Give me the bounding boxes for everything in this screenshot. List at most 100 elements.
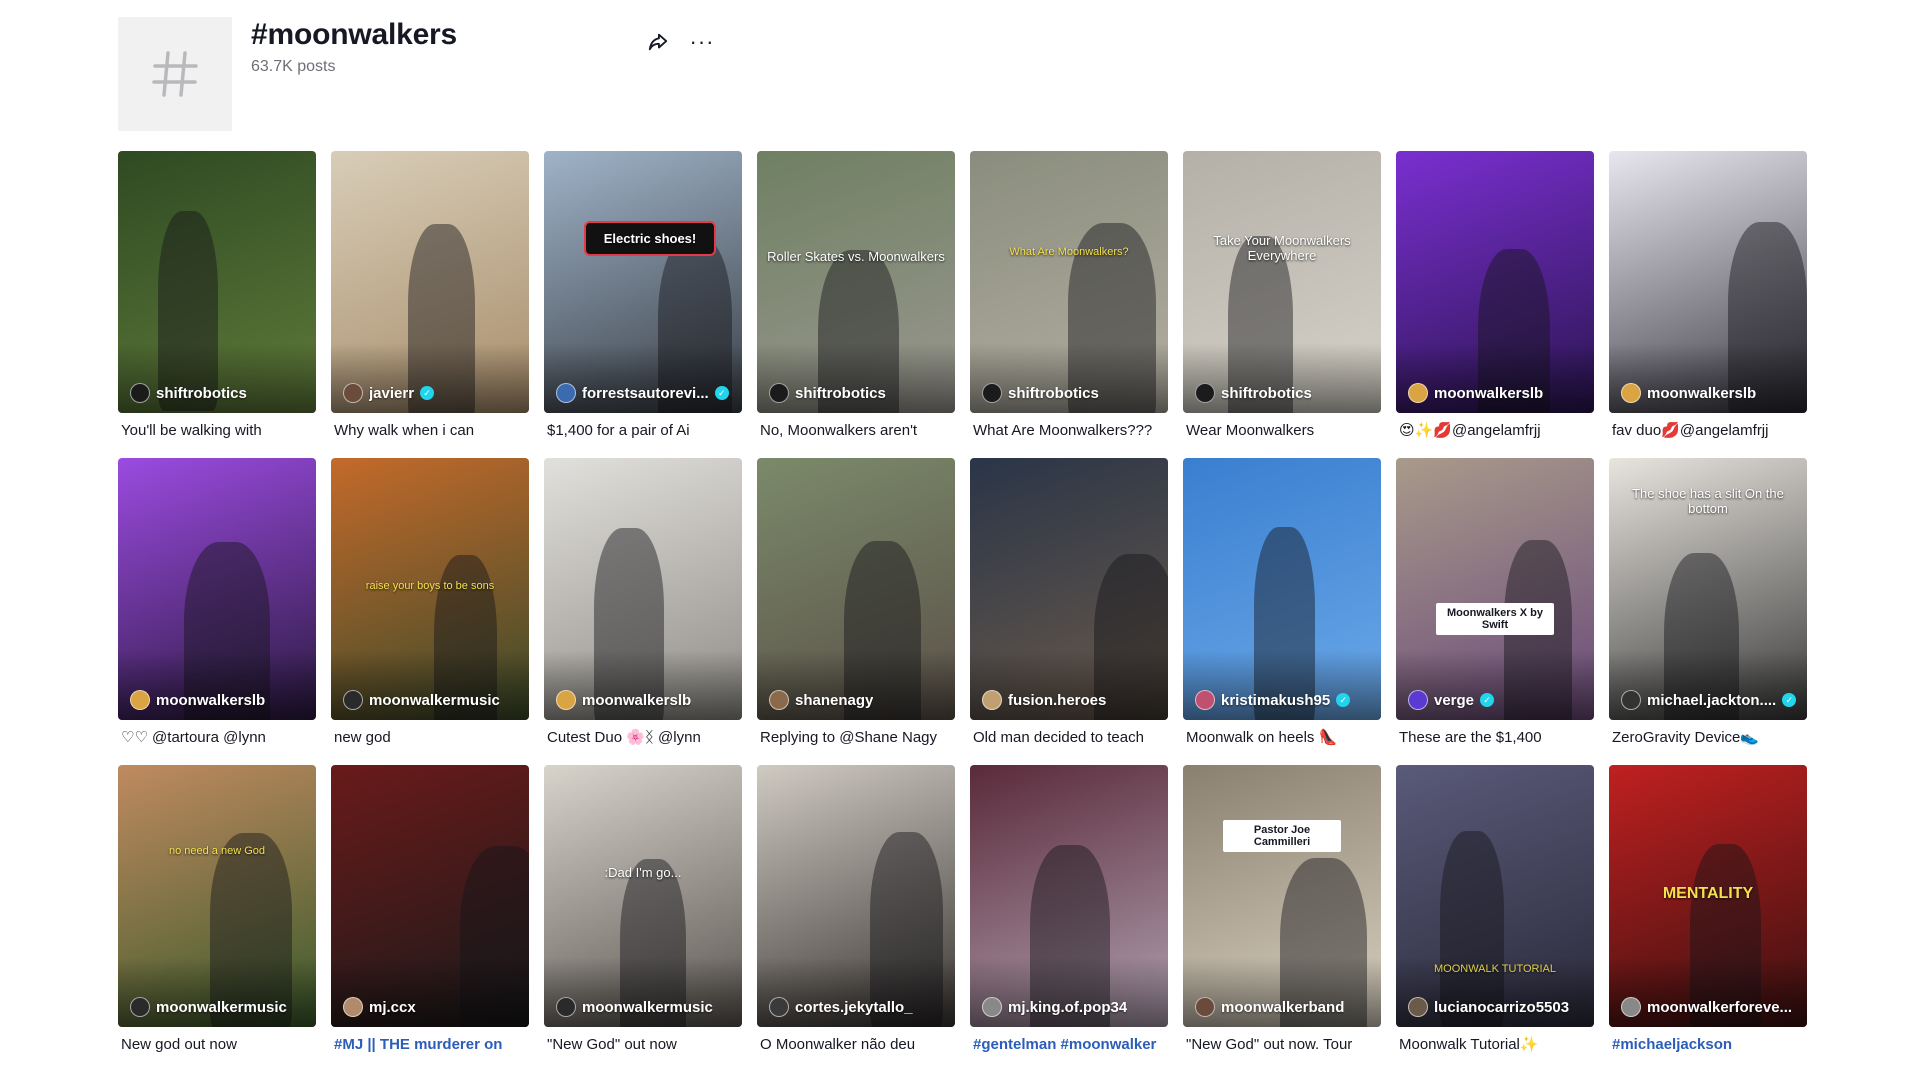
video-card[interactable]: :Dad I'm go... moonwalkermusic ✓ "New Go… — [544, 765, 742, 1054]
author-name[interactable]: moonwalkerslb — [1434, 385, 1543, 402]
video-thumbnail[interactable]: :Dad I'm go... moonwalkermusic ✓ — [544, 765, 742, 1027]
video-author[interactable]: javierr ✓ — [343, 383, 521, 403]
video-thumbnail[interactable]: cortes.jekytallo_ ✓ — [757, 765, 955, 1027]
video-card[interactable]: shiftrobotics ✓ You'll be walking with — [118, 151, 316, 440]
author-avatar[interactable] — [769, 690, 789, 710]
video-thumbnail[interactable]: fusion.heroes ✓ — [970, 458, 1168, 720]
video-thumbnail[interactable]: javierr ✓ — [331, 151, 529, 413]
video-card[interactable]: Roller Skates vs. Moonwalkers shiftrobot… — [757, 151, 955, 440]
video-author[interactable]: moonwalkermusic ✓ — [556, 997, 734, 1017]
author-avatar[interactable] — [1195, 690, 1215, 710]
video-author[interactable]: forrestsautorevi... ✓ — [556, 383, 734, 403]
author-name[interactable]: shiftrobotics — [156, 385, 247, 402]
video-caption[interactable]: Moonwalk Tutorial✨ — [1396, 1035, 1594, 1054]
author-avatar[interactable] — [982, 997, 1002, 1017]
author-name[interactable]: moonwalkermusic — [369, 692, 500, 709]
video-thumbnail[interactable]: mj.king.of.pop34 ✓ — [970, 765, 1168, 1027]
video-thumbnail[interactable]: moonwalkerslb ✓ — [1609, 151, 1807, 413]
author-avatar[interactable] — [130, 997, 150, 1017]
video-caption[interactable]: Moonwalk on heels 👠 — [1183, 728, 1381, 747]
share-button[interactable] — [642, 26, 674, 58]
video-author[interactable]: shiftrobotics ✓ — [769, 383, 947, 403]
video-caption[interactable]: #MJ || THE murderer on — [331, 1035, 529, 1054]
author-name[interactable]: lucianocarrizo5503 — [1434, 999, 1569, 1016]
video-thumbnail[interactable]: no need a new God moonwalkermusic ✓ — [118, 765, 316, 1027]
author-avatar[interactable] — [556, 690, 576, 710]
author-avatar[interactable] — [1621, 690, 1641, 710]
video-thumbnail[interactable]: raise your boys to be sons moonwalkermus… — [331, 458, 529, 720]
author-avatar[interactable] — [556, 383, 576, 403]
author-avatar[interactable] — [1195, 997, 1215, 1017]
author-avatar[interactable] — [343, 383, 363, 403]
video-thumbnail[interactable]: Electric shoes! forrestsautorevi... ✓ — [544, 151, 742, 413]
author-name[interactable]: moonwalkermusic — [156, 999, 287, 1016]
video-author[interactable]: mj.king.of.pop34 ✓ — [982, 997, 1160, 1017]
author-avatar[interactable] — [1621, 383, 1641, 403]
video-card[interactable]: moonwalkerslb ✓ fav duo💋@angelamfrjj — [1609, 151, 1807, 440]
video-caption[interactable]: Old man decided to teach — [970, 728, 1168, 747]
author-name[interactable]: javierr — [369, 385, 414, 402]
video-caption[interactable]: Cutest Duo 🌸ᛝ @lynn — [544, 728, 742, 747]
author-avatar[interactable] — [982, 690, 1002, 710]
video-card[interactable]: mj.king.of.pop34 ✓ #gentelman #moonwalke… — [970, 765, 1168, 1054]
author-avatar[interactable] — [1195, 383, 1215, 403]
video-author[interactable]: shiftrobotics ✓ — [130, 383, 308, 403]
video-author[interactable]: lucianocarrizo5503 ✓ — [1408, 997, 1586, 1017]
author-name[interactable]: mj.ccx — [369, 999, 416, 1016]
video-thumbnail[interactable]: Take Your Moonwalkers Everywhere shiftro… — [1183, 151, 1381, 413]
author-avatar[interactable] — [982, 383, 1002, 403]
author-name[interactable]: verge — [1434, 692, 1474, 709]
video-author[interactable]: mj.ccx ✓ — [343, 997, 521, 1017]
video-card[interactable]: moonwalkerslb ✓ 😍✨💋@angelamfrjj — [1396, 151, 1594, 440]
video-card[interactable]: Moonwalkers X by Swift verge ✓ These are… — [1396, 458, 1594, 747]
author-name[interactable]: mj.king.of.pop34 — [1008, 999, 1127, 1016]
video-card[interactable]: Take Your Moonwalkers Everywhere shiftro… — [1183, 151, 1381, 440]
video-caption[interactable]: 😍✨💋@angelamfrjj — [1396, 421, 1594, 440]
video-caption[interactable]: #michaeljackson — [1609, 1035, 1807, 1054]
author-name[interactable]: shanenagy — [795, 692, 873, 709]
video-author[interactable]: moonwalkerslb ✓ — [1621, 383, 1799, 403]
video-card[interactable]: moonwalkerslb ✓ Cutest Duo 🌸ᛝ @lynn — [544, 458, 742, 747]
author-avatar[interactable] — [130, 383, 150, 403]
video-author[interactable]: moonwalkermusic ✓ — [130, 997, 308, 1017]
video-thumbnail[interactable]: moonwalkerslb ✓ — [544, 458, 742, 720]
video-caption[interactable]: new god — [331, 728, 529, 747]
video-caption[interactable]: Wear Moonwalkers — [1183, 421, 1381, 440]
video-card[interactable]: Pastor Joe Cammilleri moonwalkerband ✓ "… — [1183, 765, 1381, 1054]
video-caption[interactable]: ZeroGravity Device👟 — [1609, 728, 1807, 747]
video-caption[interactable]: New god out now — [118, 1035, 316, 1054]
video-author[interactable]: moonwalkerband ✓ — [1195, 997, 1373, 1017]
video-card[interactable]: The shoe has a slit On the bottom michae… — [1609, 458, 1807, 747]
author-avatar[interactable] — [130, 690, 150, 710]
author-name[interactable]: moonwalkerband — [1221, 999, 1344, 1016]
author-name[interactable]: forrestsautorevi... — [582, 385, 709, 402]
video-caption[interactable]: fav duo💋@angelamfrjj — [1609, 421, 1807, 440]
author-avatar[interactable] — [343, 997, 363, 1017]
author-name[interactable]: moonwalkerslb — [1647, 385, 1756, 402]
author-avatar[interactable] — [1408, 383, 1428, 403]
video-author[interactable]: moonwalkerslb ✓ — [556, 690, 734, 710]
video-card[interactable]: raise your boys to be sons moonwalkermus… — [331, 458, 529, 747]
author-avatar[interactable] — [1408, 690, 1428, 710]
video-author[interactable]: shiftrobotics ✓ — [1195, 383, 1373, 403]
video-caption[interactable]: ♡♡ @tartoura @lynn — [118, 728, 316, 747]
video-card[interactable]: no need a new God moonwalkermusic ✓ New … — [118, 765, 316, 1054]
author-name[interactable]: moonwalkerslb — [156, 692, 265, 709]
author-name[interactable]: shiftrobotics — [1221, 385, 1312, 402]
video-caption[interactable]: You'll be walking with — [118, 421, 316, 440]
video-thumbnail[interactable]: kristimakush95 ✓ — [1183, 458, 1381, 720]
video-thumbnail[interactable]: mj.ccx ✓ — [331, 765, 529, 1027]
video-card[interactable]: MOONWALK TUTORIAL lucianocarrizo5503 ✓ M… — [1396, 765, 1594, 1054]
video-card[interactable]: MENTALITY moonwalkerforeve... ✓ #michael… — [1609, 765, 1807, 1054]
video-caption[interactable]: These are the $1,400 — [1396, 728, 1594, 747]
video-thumbnail[interactable]: moonwalkerslb ✓ — [1396, 151, 1594, 413]
author-name[interactable]: shiftrobotics — [795, 385, 886, 402]
video-card[interactable]: moonwalkerslb ✓ ♡♡ @tartoura @lynn — [118, 458, 316, 747]
author-name[interactable]: michael.jackton.... — [1647, 692, 1776, 709]
video-author[interactable]: moonwalkerforeve... ✓ — [1621, 997, 1799, 1017]
video-author[interactable]: moonwalkermusic ✓ — [343, 690, 521, 710]
video-author[interactable]: kristimakush95 ✓ — [1195, 690, 1373, 710]
video-card[interactable]: kristimakush95 ✓ Moonwalk on heels 👠 — [1183, 458, 1381, 747]
video-thumbnail[interactable]: MOONWALK TUTORIAL lucianocarrizo5503 ✓ — [1396, 765, 1594, 1027]
author-name[interactable]: kristimakush95 — [1221, 692, 1330, 709]
